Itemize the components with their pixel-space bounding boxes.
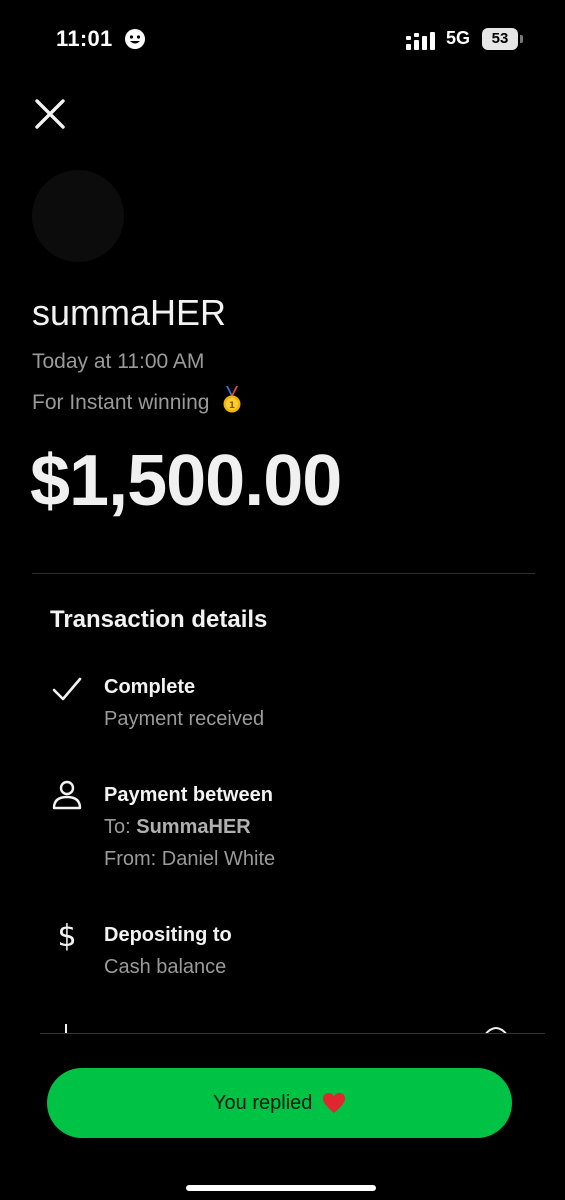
svg-text:1: 1: [229, 401, 235, 411]
deposit-title: Depositing to: [104, 924, 232, 946]
status-subtitle: Payment received: [104, 708, 265, 730]
signal-icon: [406, 32, 435, 50]
divider: [32, 573, 535, 574]
svg-text:$: $: [57, 919, 76, 952]
person-icon: [52, 780, 82, 810]
home-indicator: [186, 1185, 376, 1191]
between-title: Payment between: [104, 784, 273, 806]
section-title: Transaction details: [50, 606, 268, 633]
network-type: 5G: [446, 28, 471, 48]
smiley-icon: [125, 29, 145, 49]
check-icon: [52, 677, 82, 701]
between-from: From: Daniel White: [104, 848, 275, 871]
to-value: SummaHER: [136, 816, 251, 838]
status-title: Complete: [104, 676, 196, 698]
battery-tip: [520, 35, 523, 43]
payment-detail-screen: 11:01 5G 53 summaHER Today at 11:00 AM F…: [0, 0, 565, 1200]
between-to: To: SummaHER: [104, 816, 251, 839]
from-label: From:: [104, 848, 157, 870]
medal-icon: 1: [223, 386, 241, 413]
to-label: To:: [104, 816, 131, 838]
status-bar: 11:01 5G 53: [0, 22, 565, 58]
divider: [40, 1033, 545, 1034]
payment-note: For Instant winning 1: [32, 386, 243, 415]
heart-icon: [322, 1093, 345, 1113]
payment-timestamp: Today at 11:00 AM: [32, 350, 205, 373]
payment-amount: $1,500.00: [30, 441, 342, 521]
deposit-subtitle: Cash balance: [104, 956, 227, 978]
you-replied-button[interactable]: You replied: [47, 1068, 512, 1138]
reply-label: You replied: [213, 1092, 313, 1114]
close-icon[interactable]: [30, 94, 70, 134]
avatar: [32, 170, 124, 262]
payment-note-text: For Instant winning: [32, 391, 210, 414]
battery-indicator: 53: [482, 28, 518, 50]
recipient-name: summaHER: [32, 292, 227, 333]
dollar-icon: $: [57, 919, 76, 952]
status-time: 11:01: [56, 26, 113, 51]
from-value: Daniel White: [161, 848, 276, 870]
